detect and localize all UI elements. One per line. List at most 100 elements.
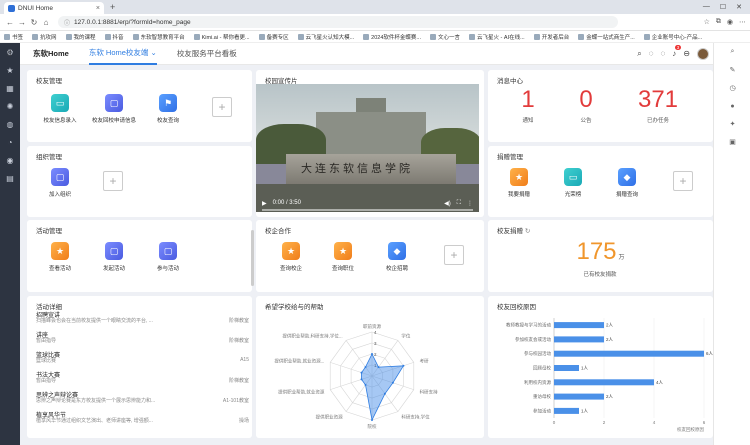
bookmark-item[interactable]: 2024软件杯金蝶赛... xyxy=(363,33,421,41)
bookmark-item[interactable]: 金蝶一站式商生产... xyxy=(578,33,635,41)
add-shortcut-button[interactable]: + xyxy=(212,97,232,117)
menu-icon[interactable]: ⋯ xyxy=(739,18,746,26)
more-icon[interactable]: ⋮ xyxy=(467,200,473,207)
bar xyxy=(554,322,604,329)
volume-icon[interactable]: ◀) xyxy=(444,200,451,207)
grid-nav-icon[interactable]: ▦ xyxy=(0,79,20,97)
side-folder-icon[interactable]: ▣ xyxy=(714,133,750,151)
radar-axis-label: 提供职业帮助,就业资源... xyxy=(274,358,324,365)
add-shortcut-button[interactable]: + xyxy=(103,171,123,191)
bookmark-item[interactable]: 抗攻网 xyxy=(32,33,57,41)
bookmark-item[interactable]: 开发者后台 xyxy=(533,33,569,41)
bookmark-item[interactable]: 备赛专区 xyxy=(258,33,289,41)
avatar[interactable] xyxy=(697,47,709,60)
radar-ring-label: 2 xyxy=(374,352,377,357)
minimize-icon[interactable]: — xyxy=(703,3,710,11)
forward-icon[interactable]: → xyxy=(16,18,28,27)
tile-alumni-return[interactable]: ▢ 校友回校申请信息 xyxy=(89,94,139,124)
tab-alumni-dashboard[interactable]: 校友服务平台看板 xyxy=(177,43,237,65)
chart-nav-icon[interactable]: ◔ xyxy=(0,133,20,151)
card-title: 捐赠管理 xyxy=(497,154,523,161)
scrollbar[interactable] xyxy=(251,230,254,286)
app-brand: 东软Home xyxy=(33,49,69,58)
fullscreen-icon[interactable]: ⛶ xyxy=(457,200,461,207)
close-window-icon[interactable]: ✕ xyxy=(736,3,742,11)
search-icon[interactable]: ⌕ xyxy=(637,49,641,59)
refresh-icon[interactable]: ↻ xyxy=(525,228,530,235)
bookmark-item[interactable]: 我的课程 xyxy=(65,33,96,41)
star-nav-icon[interactable]: ★ xyxy=(0,61,20,79)
card-nav-icon[interactable]: ▤ xyxy=(0,169,20,187)
play-icon[interactable]: ▶ xyxy=(262,200,267,207)
tile-honor-roll[interactable]: ▭ 光荣榜 xyxy=(548,168,598,198)
url-input[interactable]: ⓘ 127.0.0.1:8881/erp/?formId=home_page xyxy=(58,16,618,28)
browser-tab[interactable]: DNUI Home × xyxy=(4,2,104,14)
side-edit-icon[interactable]: ✎ xyxy=(714,61,750,79)
card-title: 校企合作 xyxy=(265,228,291,235)
list-item[interactable]: 讲座 暂由指导 阶梯教室 xyxy=(36,330,249,346)
list-item[interactable]: 篮球比赛 篮球比赛 A15 xyxy=(36,350,249,366)
add-shortcut-button[interactable]: + xyxy=(673,171,693,191)
monitor-icon: ▭ xyxy=(51,94,69,112)
maximize-icon[interactable]: ☐ xyxy=(720,3,726,11)
tile-view-activity[interactable]: ★ 查看活动 xyxy=(35,242,85,272)
bell-icon[interactable]: ♪ 3 xyxy=(672,45,682,58)
settings-nav-icon[interactable]: ✺ xyxy=(0,97,20,115)
tile-donate[interactable]: ★ 我要捐赠 xyxy=(494,168,544,198)
tile-start-activity[interactable]: ▢ 发起活动 xyxy=(89,242,139,272)
bookmark-item[interactable]: Kimi.ai - 帮你看更... xyxy=(193,33,250,41)
side-game-icon[interactable]: ✦ xyxy=(714,115,750,133)
help-icon[interactable]: ⊖ xyxy=(683,49,690,58)
extensions-icon[interactable]: ⧉ xyxy=(716,18,721,26)
tile-alumni-query[interactable]: ⚑ 校友查询 xyxy=(143,94,193,124)
tile-join-activity[interactable]: ▢ 参与活动 xyxy=(143,242,193,272)
tile-donation-query[interactable]: ◆ 捐赠查询 xyxy=(602,168,652,198)
notice-count[interactable]: 1 xyxy=(498,86,558,114)
tile-alumni-entry[interactable]: ▭ 校友信息录入 xyxy=(35,94,85,124)
bookmark-item[interactable]: 企业账号中心-产品... xyxy=(643,33,702,41)
list-item[interactable]: 植享风华节 植享风华节通过组织文艺演出、老师讲座等, 增强额... 操场 xyxy=(36,410,249,426)
star-icon: ★ xyxy=(51,242,69,260)
bookmark-item[interactable]: 抖音 xyxy=(104,33,124,41)
bookmark-item[interactable]: 云飞星火认知大模... xyxy=(297,33,354,41)
tile-query-company[interactable]: ★ 查询校企 xyxy=(266,242,316,272)
profile-icon[interactable]: ◉ xyxy=(727,18,733,26)
list-item[interactable]: 书法大赛 暂由指导 阶梯教室 xyxy=(36,370,249,386)
list-item[interactable]: 思辨之声辩论赛 思辨之声辩论赛是东方校友提供一个展示思辨能力和... A1-10… xyxy=(36,390,249,406)
side-search-icon[interactable]: ⌕ xyxy=(714,43,750,61)
tile-recruitment[interactable]: ◆ 校企招聘 xyxy=(372,242,422,272)
bookmark-item[interactable]: 云飞星火 - AI在线... xyxy=(469,33,525,41)
bookmark-item[interactable]: 文心一言 xyxy=(430,33,460,41)
radar-point xyxy=(383,392,386,395)
home-icon[interactable]: ⌂ xyxy=(40,18,52,27)
bar-data-label: 1人 xyxy=(581,408,589,413)
users-nav-icon[interactable]: ◍ xyxy=(0,115,20,133)
video-progress[interactable] xyxy=(262,209,473,211)
bookmark-star-icon[interactable]: ☆ xyxy=(704,18,710,26)
target-nav-icon[interactable]: ◉ xyxy=(0,151,20,169)
side-app-icon[interactable]: ● xyxy=(714,97,750,115)
done-task-count[interactable]: 371 xyxy=(628,86,688,114)
video-time: 0:00 / 3:50 xyxy=(272,200,301,206)
chat-icon[interactable]: ◌ xyxy=(649,49,654,58)
back-icon[interactable]: ← xyxy=(4,18,16,27)
tab-alumni-home[interactable]: 东软 Home校友端 ⌄ xyxy=(88,43,157,65)
app-grid-icon[interactable]: ⁞⁞ xyxy=(7,49,21,58)
promo-video[interactable]: 大连东软信息学院 ▶ 0:00 / 3:50 ◀) ⛶ ⋮ xyxy=(256,84,479,212)
square-icon: ▢ xyxy=(159,242,177,260)
reload-icon[interactable]: ↻ xyxy=(28,18,40,27)
side-clock-icon[interactable]: ◷ xyxy=(714,79,750,97)
bookmark-item[interactable]: 书签 xyxy=(4,33,23,41)
list-item[interactable]: 招聘宣讲 扫描峰会也会在当前校友提供一个眼睛交流的平台, ... 阶梯教室 xyxy=(36,310,249,326)
message-icon[interactable]: ◌ xyxy=(661,49,666,58)
tile-query-position[interactable]: ★ 查询职位 xyxy=(318,242,368,272)
add-shortcut-button[interactable]: + xyxy=(444,245,464,265)
y-tick-label: 参加活动 xyxy=(533,407,551,414)
bookmarks-bar: 书签 抗攻网 我的课程 抖音 东软智慧教育平台 Kimi.ai - 帮你看更..… xyxy=(0,31,750,43)
announcement-count[interactable]: 0 xyxy=(556,86,616,114)
bookmark-item[interactable]: 东软智慧教育平台 xyxy=(132,33,185,41)
radar-point xyxy=(371,353,373,355)
close-tab-icon[interactable]: × xyxy=(96,5,100,12)
tile-join-org[interactable]: ▢ 加入组织 xyxy=(35,168,85,198)
new-tab-icon[interactable]: + xyxy=(110,2,115,12)
